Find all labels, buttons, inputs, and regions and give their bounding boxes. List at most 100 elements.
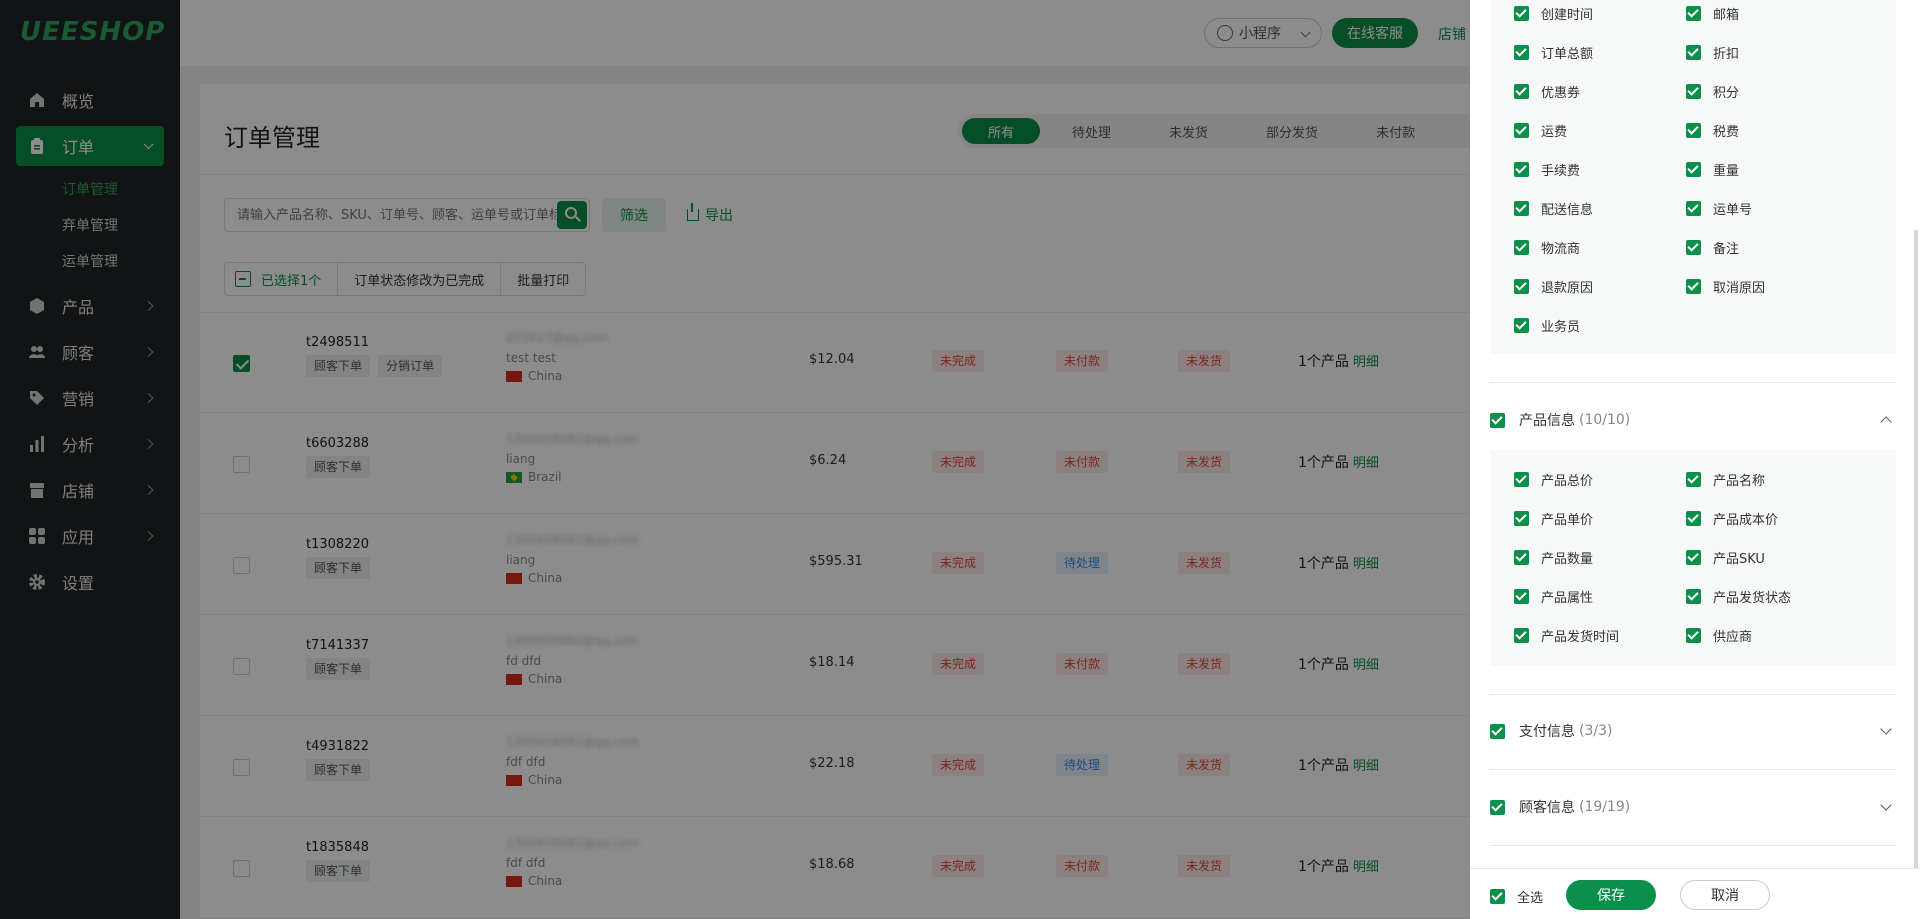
section-header-payment-info[interactable]: 支付信息 (3/3) — [1490, 711, 1896, 751]
select-all-checkbox[interactable]: 全选 — [1490, 887, 1543, 906]
checkbox-checked[interactable] — [1514, 240, 1529, 255]
checkbox-checked[interactable] — [1514, 318, 1529, 333]
checkbox-checked[interactable] — [1686, 628, 1701, 643]
checkbox-checked[interactable] — [1686, 45, 1701, 60]
checkbox-checked[interactable] — [1686, 589, 1701, 604]
checkbox-checked[interactable] — [1514, 279, 1529, 294]
field-checkbox[interactable]: 积分 — [1686, 82, 1739, 101]
checkbox-checked[interactable] — [1490, 412, 1505, 428]
field-checkbox[interactable]: 产品成本价 — [1686, 509, 1778, 528]
checkbox-checked[interactable] — [1686, 279, 1701, 294]
select-all-label: 全选 — [1517, 891, 1544, 906]
field-checkbox[interactable]: 供应商 — [1686, 626, 1752, 645]
field-checkbox[interactable]: 产品发货时间 — [1514, 626, 1619, 645]
field-label: 供应商 — [1713, 630, 1753, 645]
field-checkbox-created-time[interactable]: 创建时间 — [1514, 4, 1593, 23]
section-count: (10/10) — [1579, 412, 1631, 428]
field-checkbox[interactable]: 业务员 — [1514, 316, 1580, 335]
field-label: 配送信息 — [1541, 203, 1594, 218]
cancel-button[interactable]: 取消 — [1680, 880, 1770, 910]
field-checkbox[interactable]: 产品SKU — [1686, 548, 1765, 567]
field-checkbox[interactable]: 退款原因 — [1514, 277, 1593, 296]
field-label: 重量 — [1713, 164, 1740, 179]
field-checkbox[interactable]: 产品属性 — [1514, 587, 1593, 606]
modal-backdrop[interactable] — [0, 0, 1470, 919]
field-checkbox[interactable]: 产品总价 — [1514, 470, 1593, 489]
divider — [1490, 845, 1896, 846]
checkbox-checked[interactable] — [1514, 6, 1529, 21]
field-checkbox[interactable]: 产品单价 — [1514, 509, 1593, 528]
field-label: 手续费 — [1541, 164, 1581, 179]
field-checkbox[interactable]: 税费 — [1686, 121, 1739, 140]
field-label: 产品属性 — [1541, 591, 1594, 606]
checkbox-checked[interactable] — [1490, 799, 1505, 815]
checkbox-checked[interactable] — [1514, 45, 1529, 60]
field-label: 产品成本价 — [1713, 513, 1779, 528]
checkbox-checked[interactable] — [1514, 84, 1529, 99]
field-checkbox[interactable]: 运费 — [1514, 121, 1567, 140]
checkbox-checked[interactable] — [1514, 550, 1529, 565]
field-label: 运单号 — [1713, 203, 1753, 218]
product-fields-box: 产品总价 产品单价 产品数量 产品属性 产品发货时间 产品名称 产品成本价 产品… — [1490, 450, 1896, 666]
field-label: 产品SKU — [1713, 552, 1765, 567]
export-fields-drawer: 创建时间 订单总额 优惠券 运费 手续费 配送信息 物流商 退款原因 业务员 邮… — [1470, 0, 1920, 919]
checkbox-checked[interactable] — [1686, 550, 1701, 565]
field-checkbox[interactable]: 物流商 — [1514, 238, 1580, 257]
field-label: 积分 — [1713, 86, 1740, 101]
field-label: 创建时间 — [1541, 8, 1594, 23]
field-checkbox[interactable]: 产品数量 — [1514, 548, 1593, 567]
field-checkbox[interactable]: 重量 — [1686, 160, 1739, 179]
field-checkbox[interactable]: 邮箱 — [1686, 4, 1739, 23]
drawer-footer: 全选 保存 取消 — [1470, 868, 1920, 919]
checkbox-checked[interactable] — [1686, 84, 1701, 99]
checkbox-checked[interactable] — [1490, 889, 1505, 904]
section-title: 产品信息 — [1519, 413, 1575, 429]
checkbox-checked[interactable] — [1686, 201, 1701, 216]
checkbox-checked[interactable] — [1514, 201, 1529, 216]
field-label: 取消原因 — [1713, 281, 1766, 296]
field-checkbox[interactable]: 运单号 — [1686, 199, 1752, 218]
checkbox-checked[interactable] — [1514, 123, 1529, 138]
field-label: 产品发货时间 — [1541, 630, 1620, 645]
field-checkbox[interactable]: 折扣 — [1686, 43, 1739, 62]
field-label: 产品名称 — [1713, 474, 1766, 489]
field-label: 产品单价 — [1541, 513, 1594, 528]
section-header-product-info[interactable]: 产品信息 (10/10) — [1490, 400, 1896, 440]
chevron-down-icon[interactable] — [1880, 799, 1892, 811]
field-checkbox[interactable]: 产品发货状态 — [1686, 587, 1791, 606]
checkbox-checked[interactable] — [1686, 123, 1701, 138]
field-checkbox[interactable]: 配送信息 — [1514, 199, 1593, 218]
field-label: 税费 — [1713, 125, 1740, 140]
checkbox-checked[interactable] — [1686, 472, 1701, 487]
field-checkbox[interactable]: 备注 — [1686, 238, 1739, 257]
field-checkbox[interactable]: 产品名称 — [1686, 470, 1765, 489]
checkbox-checked[interactable] — [1686, 511, 1701, 526]
divider — [1490, 382, 1896, 383]
checkbox-checked[interactable] — [1514, 589, 1529, 604]
checkbox-checked[interactable] — [1686, 240, 1701, 255]
field-checkbox[interactable]: 订单总额 — [1514, 43, 1593, 62]
field-label: 备注 — [1713, 242, 1740, 257]
field-checkbox[interactable]: 取消原因 — [1686, 277, 1765, 296]
chevron-down-icon[interactable] — [1880, 723, 1892, 735]
section-count: (19/19) — [1579, 799, 1631, 815]
save-button[interactable]: 保存 — [1566, 880, 1656, 910]
section-header-customer-info[interactable]: 顾客信息 (19/19) — [1490, 787, 1896, 827]
chevron-up-icon[interactable] — [1880, 416, 1892, 428]
divider — [1490, 769, 1896, 770]
checkbox-checked[interactable] — [1514, 628, 1529, 643]
drawer-scrollbar[interactable] — [1914, 230, 1918, 870]
section-title: 支付信息 — [1519, 724, 1575, 740]
checkbox-checked[interactable] — [1514, 472, 1529, 487]
field-label: 业务员 — [1541, 320, 1581, 335]
checkbox-checked[interactable] — [1514, 511, 1529, 526]
field-label: 产品总价 — [1541, 474, 1594, 489]
checkbox-checked[interactable] — [1686, 162, 1701, 177]
field-checkbox[interactable]: 优惠券 — [1514, 82, 1580, 101]
checkbox-checked[interactable] — [1514, 162, 1529, 177]
field-checkbox[interactable]: 手续费 — [1514, 160, 1580, 179]
checkbox-checked[interactable] — [1686, 6, 1701, 21]
field-label: 产品数量 — [1541, 552, 1594, 567]
field-label: 运费 — [1541, 125, 1568, 140]
checkbox-checked[interactable] — [1490, 723, 1505, 739]
